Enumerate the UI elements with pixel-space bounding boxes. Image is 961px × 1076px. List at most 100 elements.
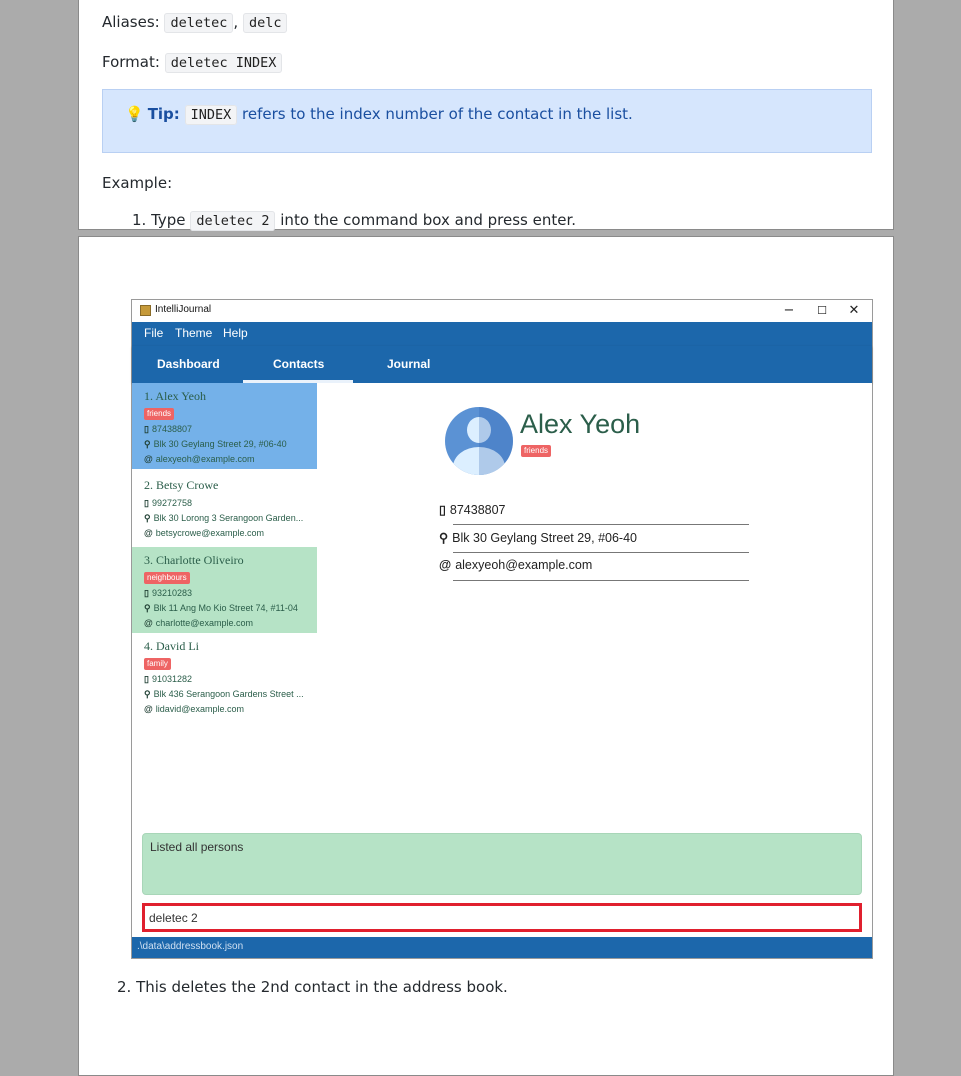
contact-email: @ charlotte@example.com xyxy=(144,618,253,628)
tip-box: 💡 Tip: INDEX refers to the index number o… xyxy=(102,89,872,153)
step-1-suffix: into the command box and press enter. xyxy=(280,211,577,229)
contact-card-1[interactable]: 1. Alex Yeoh friends ▯ 87438807 ⚲ Blk 30 G… xyxy=(132,383,317,469)
alias-separator: , xyxy=(233,13,239,31)
menu-theme[interactable]: Theme xyxy=(175,326,212,340)
contact-address: ⚲ Blk 30 Lorong 3 Serangoon Garden... xyxy=(144,513,303,524)
window-title: IntelliJournal xyxy=(155,304,212,315)
contact-detail-panel: Alex Yeoh friends ▯ 87438807 ⚲ Blk 30 Geyl… xyxy=(317,383,872,831)
avatar xyxy=(445,407,513,475)
tip-text: refers to the index number of the contac… xyxy=(242,105,633,123)
detail-divider xyxy=(453,580,749,581)
doc-page-bottom: IntelliJournal − ☐ ✕ File Theme Help Das… xyxy=(78,236,894,1076)
at-icon: @ xyxy=(144,454,153,464)
tip-label: Tip: xyxy=(147,105,180,123)
contact-address-value: Blk 30 Lorong 3 Serangoon Garden... xyxy=(153,513,304,523)
tip-code: INDEX xyxy=(184,105,238,125)
menu-help[interactable]: Help xyxy=(223,326,248,340)
alias-code-1: deletec xyxy=(164,13,234,33)
contact-name: 3. Charlotte Oliveiro xyxy=(144,553,244,567)
tip-line: 💡 Tip: INDEX refers to the index number o… xyxy=(125,105,633,125)
tab-bar: Dashboard Contacts Journal xyxy=(132,346,872,383)
detail-divider xyxy=(453,524,749,525)
contact-phone: ▯ 93210283 xyxy=(144,588,192,599)
result-display: Listed all persons xyxy=(142,833,862,895)
detail-address: ⚲ Blk 30 Geylang Street 29, #06-40 xyxy=(439,530,637,545)
contact-phone-value: 99272758 xyxy=(151,498,192,508)
location-pin-icon: ⚲ xyxy=(439,531,449,545)
phone-icon: ▯ xyxy=(439,503,446,517)
contact-tag: friends xyxy=(144,408,175,420)
contact-address-value: Blk 11 Ang Mo Kio Street 74, #11-04 xyxy=(153,603,298,613)
app-window: IntelliJournal − ☐ ✕ File Theme Help Das… xyxy=(131,299,873,959)
contact-name: 2. Betsy Crowe xyxy=(144,478,219,492)
contact-tag: family xyxy=(144,658,171,670)
contact-address: ⚲ Blk 11 Ang Mo Kio Street 74, #11-04 xyxy=(144,603,298,614)
contact-email-value: lidavid@example.com xyxy=(155,704,244,714)
menu-file[interactable]: File xyxy=(144,326,163,340)
contact-name: 4. David Li xyxy=(144,639,199,653)
avatar-shade xyxy=(479,407,513,475)
step-1-prefix: 1. Type xyxy=(132,211,186,229)
at-icon: @ xyxy=(144,704,153,714)
contact-phone-value: 93210283 xyxy=(151,588,192,598)
maximize-button[interactable]: ☐ xyxy=(805,301,839,321)
location-pin-icon: ⚲ xyxy=(144,689,151,699)
step-1-line: 1. Type deletec 2 into the command box a… xyxy=(132,211,577,231)
step-2-line: 2. This deletes the 2nd contact in the a… xyxy=(117,978,508,996)
tab-contacts[interactable]: Contacts xyxy=(273,357,324,371)
format-code: deletec INDEX xyxy=(164,53,283,73)
format-line: Format: deletec INDEX xyxy=(102,53,283,73)
example-label: Example: xyxy=(102,174,173,192)
contact-email: @ betsycrowe@example.com xyxy=(144,528,264,538)
tab-journal[interactable]: Journal xyxy=(387,357,430,371)
format-label: Format: xyxy=(102,53,160,71)
phone-icon: ▯ xyxy=(144,588,149,598)
detail-email: @ alexyeoh@example.com xyxy=(439,558,592,572)
aliases-line: Aliases: deletec, delc xyxy=(102,13,288,33)
contact-email-value: betsycrowe@example.com xyxy=(155,528,264,538)
contact-card-3[interactable]: 3. Charlotte Oliveiro neighbours ▯ 932102… xyxy=(132,547,317,633)
contact-phone: ▯ 87438807 xyxy=(144,424,192,435)
detail-tag: friends xyxy=(521,445,552,457)
at-icon: @ xyxy=(439,558,452,572)
location-pin-icon: ⚲ xyxy=(144,603,151,613)
contact-phone: ▯ 99272758 xyxy=(144,498,192,509)
at-icon: @ xyxy=(144,618,153,628)
contact-phone-value: 87438807 xyxy=(151,424,192,434)
phone-icon: ▯ xyxy=(144,498,149,508)
alias-code-2: delc xyxy=(242,13,288,33)
contact-address: ⚲ Blk 30 Geylang Street 29, #06-40 xyxy=(144,439,287,450)
contact-card-4[interactable]: 4. David Li family ▯ 91031282 ⚲ Blk 436 Se… xyxy=(132,633,317,719)
command-input[interactable] xyxy=(142,903,862,932)
lightbulb-icon: 💡 xyxy=(125,105,144,123)
result-text: Listed all persons xyxy=(150,840,244,854)
menu-bar: File Theme Help xyxy=(132,322,872,346)
contact-tag: neighbours xyxy=(144,572,190,584)
phone-icon: ▯ xyxy=(144,674,149,684)
title-bar: IntelliJournal − ☐ ✕ xyxy=(132,300,872,322)
detail-phone-value: 87438807 xyxy=(449,503,506,517)
contact-list: 1. Alex Yeoh friends ▯ 87438807 ⚲ Blk 30 G… xyxy=(132,383,317,831)
contact-address-value: Blk 30 Geylang Street 29, #06-40 xyxy=(153,439,287,449)
step-1-code: deletec 2 xyxy=(190,211,276,231)
location-pin-icon: ⚲ xyxy=(144,439,151,449)
detail-name: Alex Yeoh xyxy=(520,409,641,439)
close-button[interactable]: ✕ xyxy=(837,301,871,321)
detail-divider xyxy=(453,552,749,553)
contact-card-2[interactable]: 2. Betsy Crowe ▯ 99272758 ⚲ Blk 30 Lorong … xyxy=(132,469,317,547)
contact-phone: ▯ 91031282 xyxy=(144,674,192,685)
minimize-button[interactable]: − xyxy=(772,301,806,321)
status-file-path: .\data\addressbook.json xyxy=(137,941,244,952)
phone-icon: ▯ xyxy=(144,424,149,434)
at-icon: @ xyxy=(144,528,153,538)
contact-address: ⚲ Blk 436 Serangoon Gardens Street ... xyxy=(144,689,304,700)
tab-dashboard[interactable]: Dashboard xyxy=(157,357,220,371)
contact-email-value: alexyeoh@example.com xyxy=(155,454,255,464)
detail-phone: ▯ 87438807 xyxy=(439,502,506,517)
contact-email: @ alexyeoh@example.com xyxy=(144,454,254,464)
contact-phone-value: 91031282 xyxy=(151,674,192,684)
detail-address-value: Blk 30 Geylang Street 29, #06-40 xyxy=(452,531,637,545)
aliases-label: Aliases: xyxy=(102,13,160,31)
location-pin-icon: ⚲ xyxy=(144,513,151,523)
detail-email-value: alexyeoh@example.com xyxy=(455,558,593,572)
